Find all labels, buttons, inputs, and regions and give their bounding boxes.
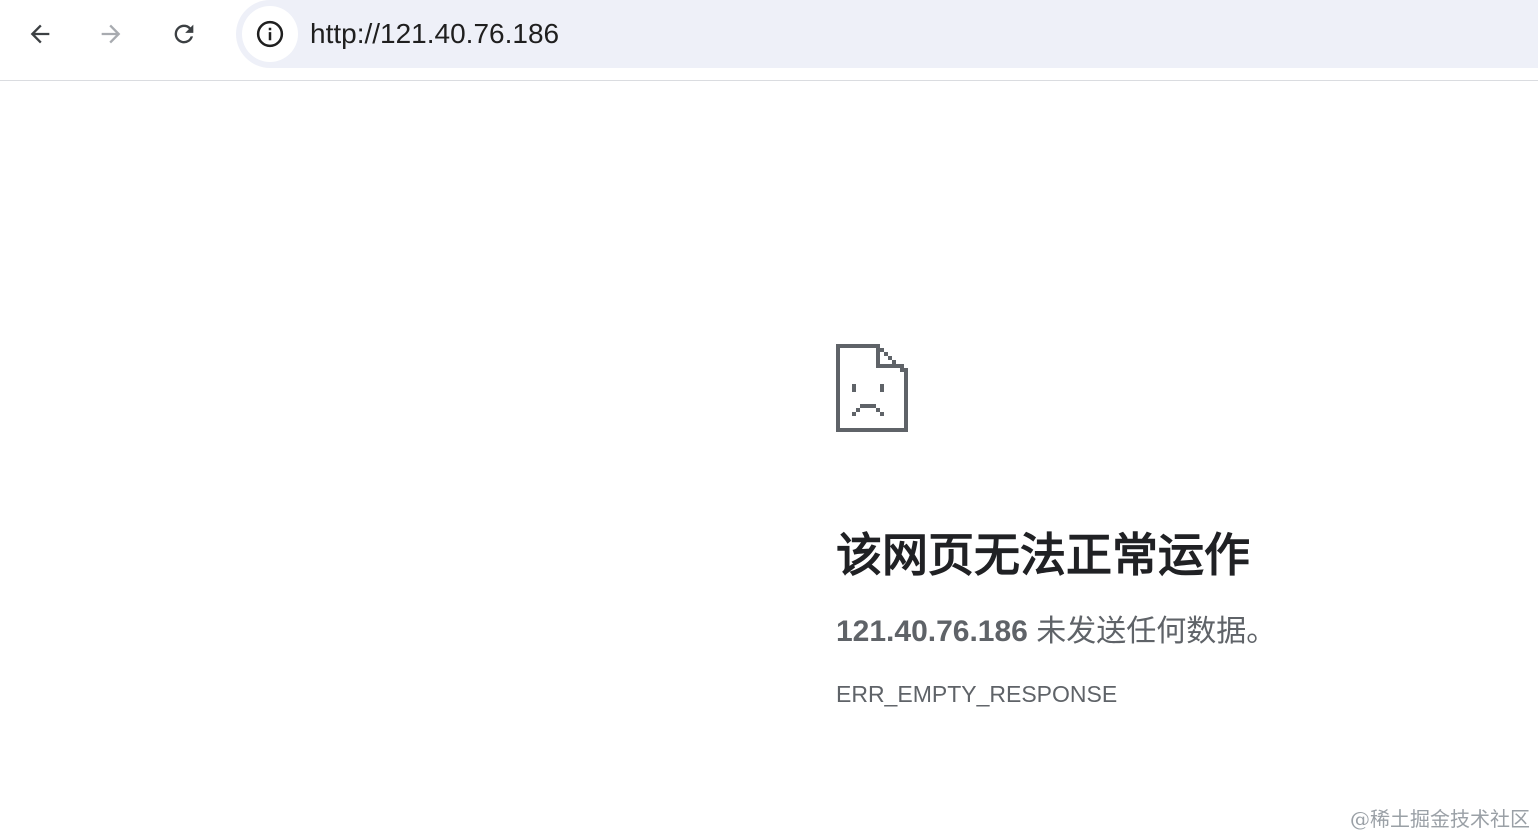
error-page: 该网页无法正常运作 121.40.76.186 未发送任何数据。 ERR_EMP… — [836, 344, 1516, 708]
address-bar[interactable]: http://121.40.76.186 — [236, 0, 1538, 68]
watermark: @稀土掘金技术社区 — [1350, 807, 1530, 831]
back-button[interactable] — [20, 14, 60, 54]
arrow-left-icon — [30, 24, 50, 44]
error-code: ERR_EMPTY_RESPONSE — [836, 681, 1118, 707]
error-message: 未发送任何数据。 — [1027, 615, 1277, 648]
info-circle-icon — [256, 20, 284, 48]
url-text[interactable]: http://121.40.76.186 — [310, 17, 559, 51]
browser-toolbar: http://121.40.76.186 — [0, 0, 1538, 81]
sad-document-icon — [836, 344, 908, 432]
error-host: 121.40.76.186 — [836, 615, 1028, 648]
forward-button[interactable] — [91, 14, 131, 54]
reload-icon — [174, 24, 194, 44]
site-info-button[interactable] — [242, 6, 298, 62]
arrow-right-icon — [101, 24, 121, 44]
error-title: 该网页无法正常运作 — [836, 529, 1250, 581]
reload-button[interactable] — [164, 14, 204, 54]
error-description: 121.40.76.186 未发送任何数据。 — [836, 614, 1516, 650]
